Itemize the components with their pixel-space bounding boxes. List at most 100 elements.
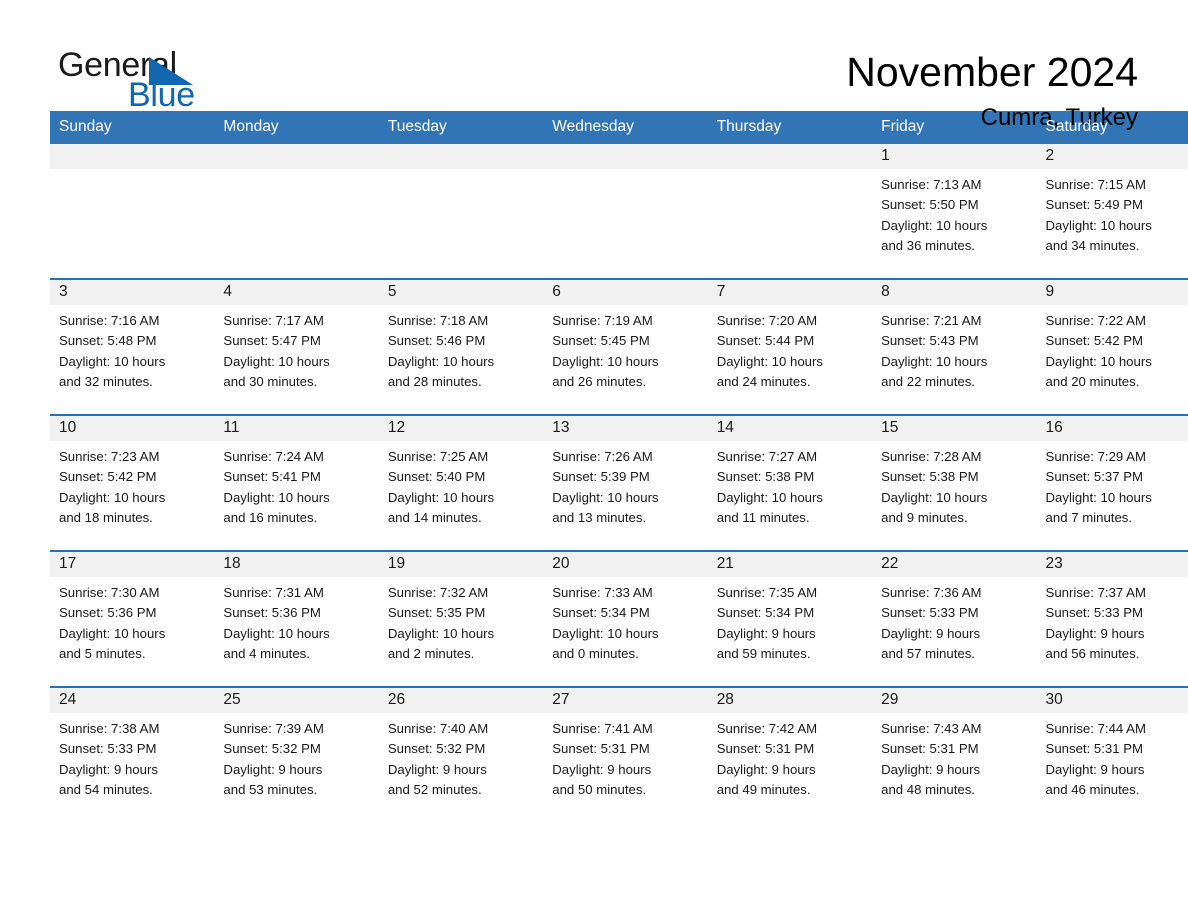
calendar-day-cell[interactable]: 19 Sunrise: 7:32 AM Sunset: 5:35 PM Dayligh… — [378, 550, 544, 687]
sunset-text: Sunset: 5:31 PM — [1045, 741, 1144, 757]
daylight-text-line2: and 52 minutes. — [387, 781, 482, 797]
calendar-week-row: 3 Sunrise: 7:16 AM Sunset: 5:48 PM Daylight… — [50, 278, 1188, 415]
calendar-day-cell[interactable]: 4 Sunrise: 7:17 AM Sunset: 5:47 PM Daylight… — [214, 278, 379, 415]
calendar-day-cell[interactable]: 7 Sunrise: 7:20 AM Sunset: 5:44 PM Daylight… — [707, 278, 873, 415]
daylight-text-line1: Daylight: 9 hours — [716, 761, 816, 777]
day-details: Sunrise: 7:42 AM Sunset: 5:31 PM Daylight:… — [708, 713, 872, 800]
daylight-text-line1: Daylight: 10 hours — [1045, 217, 1152, 233]
calendar-day-cell[interactable]: 8 Sunrise: 7:21 AM Sunset: 5:43 PM Daylight… — [872, 278, 1037, 415]
sunset-text: Sunset: 5:35 PM — [387, 605, 486, 621]
weekday-header-tuesday: Tuesday — [378, 111, 544, 144]
daylight-text-line2: and 14 minutes. — [387, 509, 482, 525]
daylight-text-line2: and 18 minutes. — [59, 509, 153, 525]
sunset-text: Sunset: 5:33 PM — [881, 605, 979, 621]
calendar-day-cell[interactable]: 22 Sunrise: 7:36 AM Sunset: 5:33 PM Dayligh… — [872, 550, 1037, 687]
calendar-day-cell[interactable]: 26 Sunrise: 7:40 AM Sunset: 5:32 PM Dayligh… — [378, 686, 544, 822]
sunset-text: Sunset: 5:42 PM — [59, 469, 157, 485]
calendar-day-cell[interactable]: 3 Sunrise: 7:16 AM Sunset: 5:48 PM Daylight… — [50, 278, 215, 415]
calendar-day-cell[interactable]: 5 Sunrise: 7:18 AM Sunset: 5:46 PM Daylight… — [378, 278, 544, 415]
day-details: Sunrise: 7:22 AM Sunset: 5:42 PM Daylight:… — [1037, 305, 1188, 392]
calendar-day-cell[interactable]: 16 Sunrise: 7:29 AM Sunset: 5:37 PM Dayligh… — [1036, 414, 1188, 551]
daylight-text-line2: and 28 minutes. — [387, 373, 482, 389]
sunrise-text: Sunrise: 7:35 AM — [716, 585, 818, 601]
sunrise-text: Sunrise: 7:22 AM — [1045, 313, 1146, 329]
day-number: 2 — [1036, 144, 1188, 170]
sunset-text: Sunset: 5:39 PM — [552, 469, 650, 485]
daylight-text-line1: Daylight: 9 hours — [1045, 625, 1145, 641]
day-number: 21 — [707, 552, 873, 578]
day-details: Sunrise: 7:26 AM Sunset: 5:39 PM Daylight:… — [543, 441, 707, 528]
daylight-text-line2: and 11 minutes. — [716, 509, 810, 525]
calendar-day-cell[interactable]: 13 Sunrise: 7:26 AM Sunset: 5:39 PM Dayligh… — [543, 414, 708, 551]
calendar-day-cell[interactable]: 2 Sunrise: 7:15 AM Sunset: 5:49 PM Daylight… — [1036, 144, 1188, 279]
daylight-text-line2: and 46 minutes. — [1045, 781, 1140, 797]
calendar-day-cell[interactable]: 21 Sunrise: 7:35 AM Sunset: 5:34 PM Dayligh… — [707, 550, 873, 687]
daylight-text-line2: and 30 minutes. — [223, 373, 318, 389]
day-details: Sunrise: 7:18 AM Sunset: 5:46 PM Daylight:… — [379, 305, 543, 392]
page-title: November 2024 — [846, 49, 1138, 95]
calendar-day-cell[interactable]: 12 Sunrise: 7:25 AM Sunset: 5:40 PM Dayligh… — [378, 414, 544, 551]
daylight-text-line1: Daylight: 10 hours — [223, 353, 330, 369]
sunset-text: Sunset: 5:38 PM — [716, 469, 815, 485]
sunset-text: Sunset: 5:50 PM — [881, 197, 979, 213]
calendar-page: General Blue November 2024 Cumra, Turkey… — [0, 0, 1188, 918]
day-number: 13 — [543, 416, 708, 442]
day-number — [543, 144, 708, 170]
day-details: Sunrise: 7:41 AM Sunset: 5:31 PM Daylight:… — [543, 713, 707, 800]
day-details: Sunrise: 7:30 AM Sunset: 5:36 PM Daylight:… — [50, 577, 214, 664]
sunrise-text: Sunrise: 7:43 AM — [881, 721, 982, 737]
daylight-text-line1: Daylight: 9 hours — [881, 625, 981, 641]
sunrise-text: Sunrise: 7:28 AM — [881, 449, 982, 465]
day-details: Sunrise: 7:32 AM Sunset: 5:35 PM Daylight:… — [379, 577, 543, 664]
sunset-text: Sunset: 5:38 PM — [881, 469, 979, 485]
daylight-text-line2: and 13 minutes. — [552, 509, 647, 525]
calendar-day-cell[interactable]: 29 Sunrise: 7:43 AM Sunset: 5:31 PM Dayligh… — [872, 686, 1037, 822]
day-number: 29 — [872, 688, 1037, 714]
sunset-text: Sunset: 5:48 PM — [59, 333, 157, 349]
sunrise-text: Sunrise: 7:31 AM — [223, 585, 324, 601]
sunrise-text: Sunrise: 7:21 AM — [881, 313, 982, 329]
day-number — [707, 144, 873, 170]
sunrise-sunset-calendar-table: Sunday Monday Tuesday Wednesday Thursday… — [50, 111, 1188, 822]
calendar-day-cell[interactable]: 23 Sunrise: 7:37 AM Sunset: 5:33 PM Dayligh… — [1036, 550, 1188, 687]
day-details: Sunrise: 7:16 AM Sunset: 5:48 PM Daylight:… — [50, 305, 214, 392]
daylight-text-line2: and 7 minutes. — [1045, 509, 1133, 525]
calendar-day-cell[interactable]: 18 Sunrise: 7:31 AM Sunset: 5:36 PM Dayligh… — [214, 550, 379, 687]
calendar-day-cell[interactable]: 25 Sunrise: 7:39 AM Sunset: 5:32 PM Dayligh… — [214, 686, 379, 822]
day-details: Sunrise: 7:17 AM Sunset: 5:47 PM Daylight:… — [214, 305, 378, 392]
sunset-text: Sunset: 5:43 PM — [881, 333, 979, 349]
day-details: Sunrise: 7:21 AM Sunset: 5:43 PM Daylight:… — [872, 305, 1036, 392]
calendar-day-cell-empty — [378, 144, 544, 279]
calendar-day-cell[interactable]: 10 Sunrise: 7:23 AM Sunset: 5:42 PM Dayligh… — [50, 414, 215, 551]
daylight-text-line1: Daylight: 9 hours — [1045, 761, 1145, 777]
brand-logo[interactable]: General Blue — [50, 48, 240, 114]
calendar-day-cell[interactable]: 17 Sunrise: 7:30 AM Sunset: 5:36 PM Dayligh… — [50, 550, 215, 687]
calendar-day-cell[interactable]: 27 Sunrise: 7:41 AM Sunset: 5:31 PM Dayligh… — [543, 686, 708, 822]
day-details: Sunrise: 7:33 AM Sunset: 5:34 PM Daylight:… — [543, 577, 707, 664]
sunset-text: Sunset: 5:40 PM — [387, 469, 486, 485]
daylight-text-line1: Daylight: 10 hours — [387, 625, 495, 641]
daylight-text-line2: and 50 minutes. — [552, 781, 647, 797]
calendar-day-cell[interactable]: 28 Sunrise: 7:42 AM Sunset: 5:31 PM Dayligh… — [707, 686, 873, 822]
daylight-text-line1: Daylight: 10 hours — [552, 489, 659, 505]
calendar-day-cell[interactable]: 30 Sunrise: 7:44 AM Sunset: 5:31 PM Dayligh… — [1036, 686, 1188, 822]
calendar-day-cell[interactable]: 20 Sunrise: 7:33 AM Sunset: 5:34 PM Dayligh… — [543, 550, 708, 687]
page-header: General Blue November 2024 Cumra, Turkey — [50, 0, 1138, 131]
sunrise-text: Sunrise: 7:36 AM — [881, 585, 982, 601]
calendar-day-cell[interactable]: 9 Sunrise: 7:22 AM Sunset: 5:42 PM Daylight… — [1036, 278, 1188, 415]
calendar-day-cell[interactable]: 1 Sunrise: 7:13 AM Sunset: 5:50 PM Daylight… — [872, 144, 1037, 279]
calendar-day-cell[interactable]: 15 Sunrise: 7:28 AM Sunset: 5:38 PM Dayligh… — [872, 414, 1037, 551]
calendar-day-cell[interactable]: 6 Sunrise: 7:19 AM Sunset: 5:45 PM Daylight… — [543, 278, 708, 415]
calendar-day-cell[interactable]: 14 Sunrise: 7:27 AM Sunset: 5:38 PM Dayligh… — [707, 414, 873, 551]
day-number: 4 — [214, 280, 379, 306]
day-details: Sunrise: 7:39 AM Sunset: 5:32 PM Daylight:… — [214, 713, 378, 800]
day-number: 24 — [50, 688, 215, 714]
day-details: Sunrise: 7:44 AM Sunset: 5:31 PM Daylight:… — [1037, 713, 1188, 800]
sunrise-text: Sunrise: 7:44 AM — [1045, 721, 1146, 737]
sunset-text: Sunset: 5:34 PM — [716, 605, 815, 621]
sunrise-text: Sunrise: 7:18 AM — [387, 313, 489, 329]
daylight-text-line2: and 56 minutes. — [1045, 645, 1140, 661]
calendar-week-row: 10 Sunrise: 7:23 AM Sunset: 5:42 PM Dayligh… — [50, 414, 1188, 551]
calendar-day-cell[interactable]: 11 Sunrise: 7:24 AM Sunset: 5:41 PM Dayligh… — [214, 414, 379, 551]
calendar-day-cell[interactable]: 24 Sunrise: 7:38 AM Sunset: 5:33 PM Dayligh… — [50, 686, 215, 822]
